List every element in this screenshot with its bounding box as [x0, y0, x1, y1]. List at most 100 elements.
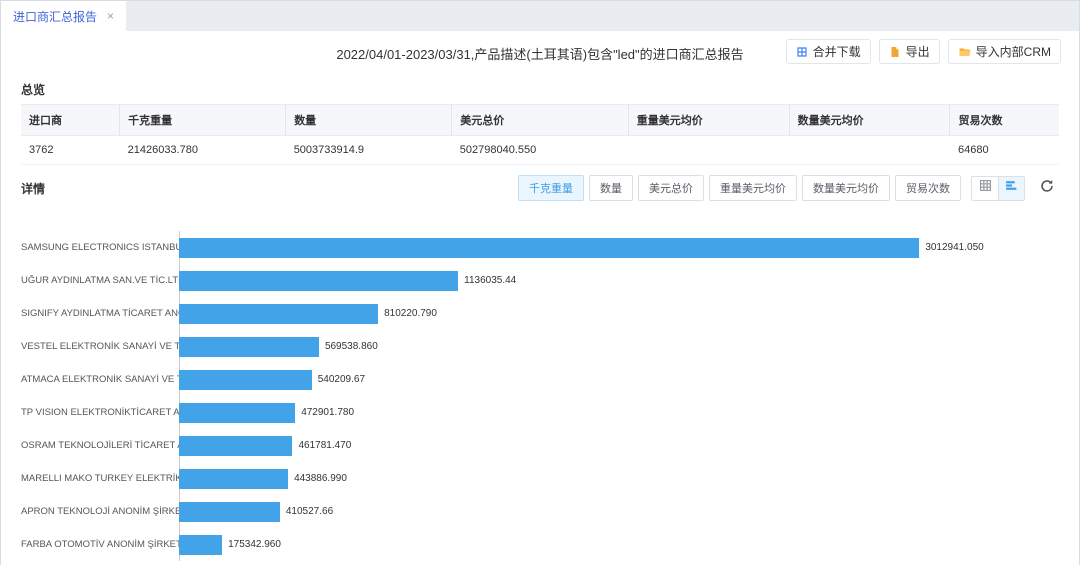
col-header-importer: 进口商 — [21, 105, 120, 136]
export-file-icon — [889, 46, 901, 58]
chart-category-label: SIGNIFY AYDINLATMA TİCARET ANO... — [21, 308, 179, 319]
chart-row: FARBA OTOMOTİV ANONİM ŞİRKETİ ... 175342.… — [21, 528, 1039, 561]
metric-tab-quantity[interactable]: 数量 — [589, 175, 633, 201]
chart-category-label: OSRAM TEKNOLOJİLERİ TİCARET AN... — [21, 440, 179, 451]
chart-bar[interactable] — [179, 271, 458, 291]
chart-value-label: 461781.470 — [298, 436, 351, 456]
cell-quantity: 5003733914.9 — [286, 136, 452, 165]
chart-row: APRON TEKNOLOJİ ANONİM ŞİRKETİ... 410527.… — [21, 495, 1039, 528]
header-buttons: 合并下载 导出 导入内部CRM — [786, 39, 1061, 64]
metric-tab-usd-avg-qty[interactable]: 数量美元均价 — [802, 175, 890, 201]
chart-value-label: 540209.67 — [318, 370, 365, 390]
col-header-usd-avg-qty: 数量美元均价 — [789, 105, 950, 136]
cell-kg-weight: 21426033.780 — [120, 136, 286, 165]
import-crm-button[interactable]: 导入内部CRM — [948, 39, 1061, 64]
chart-value-label: 443886.990 — [294, 469, 347, 489]
overview-section-title: 总览 — [21, 81, 1059, 98]
merge-download-button[interactable]: 合并下载 — [786, 39, 871, 64]
chart-bar[interactable] — [179, 535, 222, 555]
details-section-title: 详情 — [21, 180, 45, 197]
chart-value-label: 472901.780 — [301, 403, 354, 423]
import-crm-label: 导入内部CRM — [976, 43, 1051, 60]
chart-track: 540209.67 — [179, 370, 1039, 390]
chart-value-label: 1136035.44 — [464, 271, 516, 291]
merge-download-icon — [796, 46, 808, 58]
chart-track: 1136035.44 — [179, 271, 1039, 291]
chart-row: OSRAM TEKNOLOJİLERİ TİCARET AN... 461781.… — [21, 429, 1039, 462]
metric-tab-group: 千克重量 数量 美元总价 重量美元均价 数量美元均价 贸易次数 — [518, 175, 961, 201]
chart-value-label: 410527.66 — [286, 502, 333, 522]
bar-chart-icon — [1005, 179, 1018, 197]
chart-bar[interactable] — [179, 436, 292, 456]
col-header-kg-weight: 千克重量 — [120, 105, 286, 136]
cell-usd-total: 502798040.550 — [452, 136, 628, 165]
overview-data-row: 3762 21426033.780 5003733914.9 502798040… — [21, 136, 1059, 165]
col-header-usd-avg-weight: 重量美元均价 — [628, 105, 789, 136]
chart-row: UĞUR AYDINLATMA SAN.VE TİC.LTD... 1136035… — [21, 264, 1039, 297]
chart-category-label: ATMACA ELEKTRONİK SANAYİ VE Tİ... — [21, 374, 179, 385]
chart-value-label: 175342.960 — [228, 535, 281, 555]
chart-bar[interactable] — [179, 337, 319, 357]
metric-tab-usd-total[interactable]: 美元总价 — [638, 175, 704, 201]
chart-track: 443886.990 — [179, 469, 1039, 489]
details-toolbar: 千克重量 数量 美元总价 重量美元均价 数量美元均价 贸易次数 — [518, 175, 1059, 201]
metric-tab-usd-avg-weight[interactable]: 重量美元均价 — [709, 175, 797, 201]
chart-category-label: SAMSUNG ELECTRONICS ISTANBUL P... — [21, 242, 179, 253]
details-row: 详情 千克重量 数量 美元总价 重量美元均价 数量美元均价 贸易次数 — [21, 175, 1059, 201]
chart-bar[interactable] — [179, 238, 919, 258]
chart-bar[interactable] — [179, 502, 280, 522]
header-row: 2022/04/01-2023/03/31,产品描述(土耳其语)包含"led"的… — [1, 31, 1079, 71]
chart-value-label: 569538.860 — [325, 337, 378, 357]
refresh-icon — [1040, 179, 1054, 198]
chart-track: 461781.470 — [179, 436, 1039, 456]
merge-download-label: 合并下载 — [813, 43, 861, 60]
chart-track: 175342.960 — [179, 535, 1039, 555]
chart-category-label: FARBA OTOMOTİV ANONİM ŞİRKETİ ... — [21, 539, 179, 550]
table-view-button[interactable] — [972, 177, 998, 200]
chart-row: TP VISION ELEKTRONİKTİCARET AN... 472901.… — [21, 396, 1039, 429]
chart-category-label: MARELLI MAKO TURKEY ELEKTRİK S... — [21, 473, 179, 484]
chart-bar[interactable] — [179, 304, 378, 324]
chart-value-label: 810220.790 — [384, 304, 437, 324]
chart-bar[interactable] — [179, 469, 288, 489]
cell-usd-avg-weight — [628, 136, 789, 165]
tab-bar: 进口商汇总报告 × — [1, 1, 1079, 31]
metric-tab-trade-count[interactable]: 贸易次数 — [895, 175, 961, 201]
cell-importer: 3762 — [21, 136, 120, 165]
chart-row: SIGNIFY AYDINLATMA TİCARET ANO... 810220.… — [21, 297, 1039, 330]
chart-track: 410527.66 — [179, 502, 1039, 522]
chart-category-label: UĞUR AYDINLATMA SAN.VE TİC.LTD... — [21, 275, 179, 286]
export-button[interactable]: 导出 — [879, 39, 940, 64]
bar-chart: SAMSUNG ELECTRONICS ISTANBUL P...3012941… — [21, 231, 1039, 565]
cell-trade-count: 64680 — [950, 136, 1059, 165]
page: 进口商汇总报告 × 2022/04/01-2023/03/31,产品描述(土耳其… — [0, 0, 1080, 565]
chart-category-label: APRON TEKNOLOJİ ANONİM ŞİRKETİ... — [21, 506, 179, 517]
overview-table: 进口商 千克重量 数量 美元总价 重量美元均价 数量美元均价 贸易次数 3762… — [21, 104, 1059, 165]
chart-row: SAMSUNG ELECTRONICS ISTANBUL P...3012941… — [21, 231, 1039, 264]
tab-label: 进口商汇总报告 — [13, 8, 97, 25]
tab-importer-summary-report[interactable]: 进口商汇总报告 × — [1, 1, 126, 31]
col-header-trade-count: 贸易次数 — [950, 105, 1059, 136]
chart-row: VESTEL ELEKTRONİK SANAYİ VE Tİ...569538.… — [21, 330, 1039, 363]
cell-usd-avg-qty — [789, 136, 950, 165]
metric-tab-kg-weight[interactable]: 千克重量 — [518, 175, 584, 201]
col-header-usd-total: 美元总价 — [452, 105, 628, 136]
chart-bar[interactable] — [179, 403, 295, 423]
import-folder-icon — [958, 46, 971, 58]
chart-bar[interactable] — [179, 370, 312, 390]
overview-header-row: 进口商 千克重量 数量 美元总价 重量美元均价 数量美元均价 贸易次数 — [21, 105, 1059, 136]
main-content: 2022/04/01-2023/03/31,产品描述(土耳其语)包含"led"的… — [1, 31, 1079, 565]
chart-track: 810220.790 — [179, 304, 1039, 324]
tab-close-icon[interactable]: × — [107, 9, 114, 23]
refresh-button[interactable] — [1035, 177, 1059, 200]
chart-rows: SAMSUNG ELECTRONICS ISTANBUL P...3012941… — [21, 231, 1039, 561]
chart-row: MARELLI MAKO TURKEY ELEKTRİK S... 443886.… — [21, 462, 1039, 495]
chart-track: 3012941.050 — [179, 238, 1039, 258]
view-toggle-group — [971, 176, 1025, 201]
chart-track: 472901.780 — [179, 403, 1039, 423]
export-label: 导出 — [906, 43, 930, 60]
bar-chart-view-button[interactable] — [998, 177, 1024, 200]
chart-category-label: TP VISION ELEKTRONİKTİCARET AN... — [21, 407, 179, 418]
chart-track: 569538.860 — [179, 337, 1039, 357]
chart-row: ATMACA ELEKTRONİK SANAYİ VE Tİ... 540209.… — [21, 363, 1039, 396]
